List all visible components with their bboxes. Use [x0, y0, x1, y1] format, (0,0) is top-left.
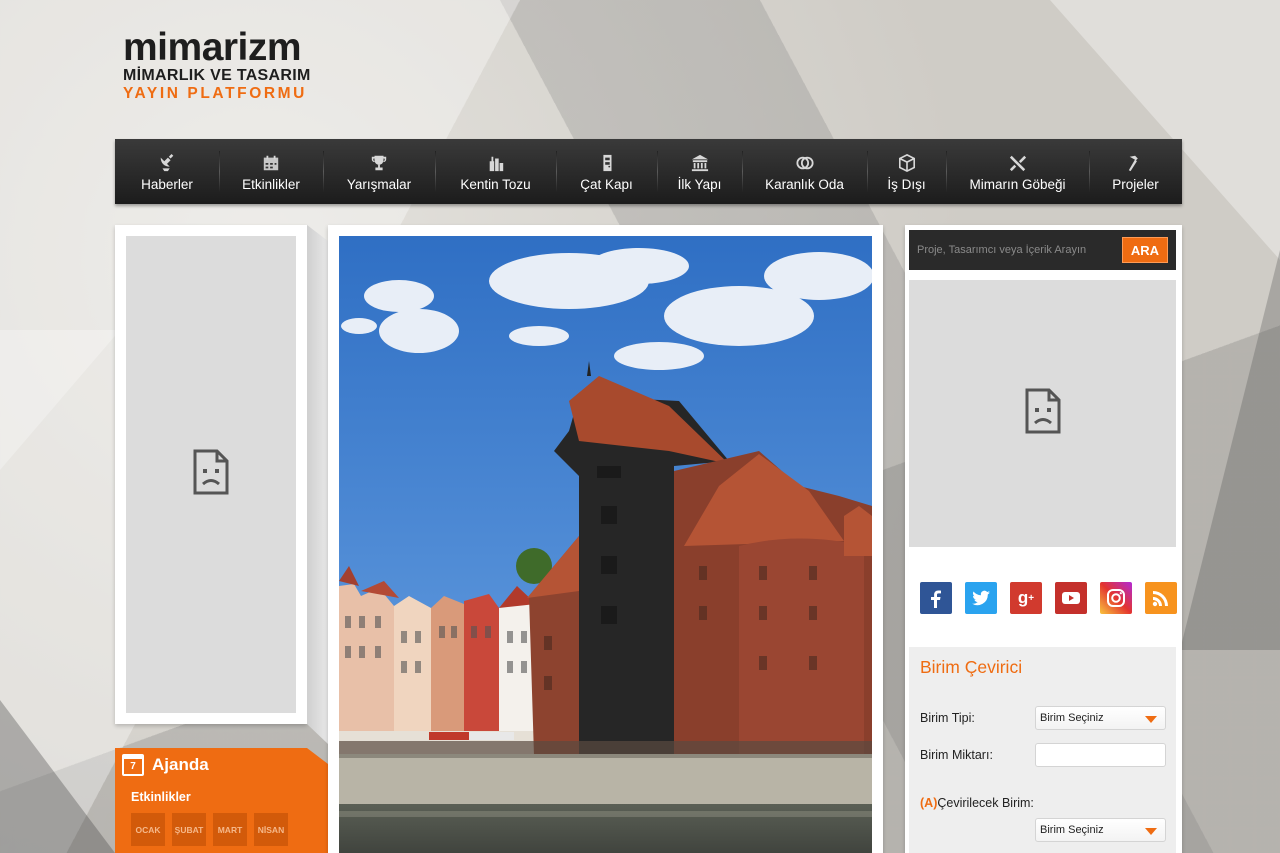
- right-ad-placeholder[interactable]: [909, 280, 1176, 547]
- unit-amount-input[interactable]: [1035, 743, 1166, 767]
- instagram-icon[interactable]: [1100, 582, 1132, 614]
- nav-label: Etkinlikler: [242, 177, 300, 192]
- ajanda-title: Ajanda: [152, 755, 209, 774]
- nav-label: Kentin Tozu: [460, 177, 531, 192]
- social-links: g +: [920, 582, 1177, 614]
- left-ad-frame: [115, 225, 307, 724]
- right-sidebar: ARA g+ Birim Çevi: [905, 225, 1182, 853]
- nav-label: Karanlık Oda: [765, 177, 844, 192]
- broken-image-icon: [193, 449, 229, 500]
- unit-converter: Birim Çevirici Birim Tipi: Birim Seçiniz…: [909, 647, 1176, 853]
- main-navigation: Haberler Etkinlikler Yarışmalar Kentin T…: [115, 139, 1182, 204]
- nav-item-karanlik-oda[interactable]: Karanlık Oda: [742, 139, 867, 204]
- unit-type-select[interactable]: Birim Seçiniz: [1035, 706, 1166, 730]
- chevron-down-icon: [1145, 828, 1157, 835]
- logo-tagline-2: YAYIN PLATFORMU: [123, 85, 307, 102]
- facebook-icon[interactable]: [920, 582, 952, 614]
- nav-item-haberler[interactable]: Haberler: [115, 139, 219, 204]
- target-unit-select[interactable]: Birim Seçiniz: [1035, 818, 1166, 842]
- chevron-down-icon: [1145, 716, 1157, 723]
- unit-type-value: Birim Seçiniz: [1040, 712, 1104, 724]
- month-subat[interactable]: ŞUBAT: [172, 813, 206, 846]
- calendar-icon: [261, 153, 281, 173]
- nav-item-kentin-tozu[interactable]: Kentin Tozu: [435, 139, 556, 204]
- nav-item-ilk-yapi[interactable]: İlk Yapı: [657, 139, 742, 204]
- ajanda-header: 7 Ajanda: [122, 754, 209, 776]
- nav-label: Mimarın Göbeği: [969, 177, 1066, 192]
- unit-type-label: Birim Tipi:: [920, 711, 975, 725]
- target-unit-label: (A)Çevirilecek Birim:: [920, 796, 1034, 810]
- search-bar: ARA: [909, 230, 1176, 270]
- logo-wordmark: mimarizm: [123, 26, 302, 69]
- fork-knife-icon: [1008, 153, 1028, 173]
- nav-label: İlk Yapı: [677, 177, 722, 192]
- nav-item-yarismalar[interactable]: Yarışmalar: [323, 139, 435, 204]
- site-logo[interactable]: mimarizm MİMARLIK VE TASARIM YAYIN PLATF…: [123, 26, 313, 103]
- twitter-icon[interactable]: [965, 582, 997, 614]
- classical-building-icon: [690, 153, 710, 173]
- youtube-icon[interactable]: [1055, 582, 1087, 614]
- ajanda-panel: 7 Ajanda Etkinlikler OCAK ŞUBAT MART NİS…: [115, 748, 328, 853]
- cube-icon: [897, 153, 917, 173]
- featured-photo-frame: [328, 225, 883, 853]
- month-ocak[interactable]: OCAK: [131, 813, 165, 846]
- nav-item-projeler[interactable]: Projeler: [1089, 139, 1182, 204]
- rss-icon[interactable]: [1145, 582, 1177, 614]
- left-ad-placeholder[interactable]: [126, 236, 296, 713]
- target-unit-prefix: (A): [920, 796, 938, 810]
- converter-title: Birim Çevirici: [920, 657, 1023, 677]
- satellite-dish-icon: [157, 153, 177, 173]
- nav-item-cat-kapi[interactable]: Çat Kapı: [556, 139, 657, 204]
- city-buildings-icon: [486, 153, 506, 173]
- search-input[interactable]: [917, 237, 1122, 263]
- nav-label: Yarışmalar: [346, 177, 412, 192]
- ajanda-subtitle: Etkinlikler: [131, 790, 191, 804]
- lens-circles-icon: [795, 153, 815, 173]
- google-plus-icon[interactable]: g +: [1010, 582, 1042, 614]
- month-nisan[interactable]: NİSAN: [254, 813, 288, 846]
- nav-label: Projeler: [1112, 177, 1159, 192]
- target-unit-value: Birim Seçiniz: [1040, 824, 1104, 836]
- door-icon: [597, 153, 617, 173]
- nav-label: İş Dışı: [887, 177, 926, 192]
- nav-item-mimarin-gobegi[interactable]: Mimarın Göbeği: [946, 139, 1089, 204]
- nav-item-etkinlikler[interactable]: Etkinlikler: [219, 139, 323, 204]
- month-list: OCAK ŞUBAT MART NİSAN: [131, 813, 288, 846]
- nav-label: Çat Kapı: [580, 177, 633, 192]
- hammer-icon: [1126, 153, 1146, 173]
- target-unit-text: Çevirilecek Birim:: [937, 796, 1034, 810]
- trophy-icon: [369, 153, 389, 173]
- logo-tagline-1: MİMARLIK VE TASARIM: [123, 67, 311, 84]
- nav-item-is-disi[interactable]: İş Dışı: [867, 139, 946, 204]
- calendar-icon: 7: [122, 754, 144, 776]
- nav-label: Haberler: [141, 177, 193, 192]
- left-ad-shadow: [307, 225, 328, 744]
- month-mart[interactable]: MART: [213, 813, 247, 846]
- unit-amount-label: Birim Miktarı:: [920, 748, 993, 762]
- broken-image-icon: [1025, 388, 1061, 439]
- search-button[interactable]: ARA: [1122, 237, 1168, 263]
- featured-photo[interactable]: [339, 236, 872, 853]
